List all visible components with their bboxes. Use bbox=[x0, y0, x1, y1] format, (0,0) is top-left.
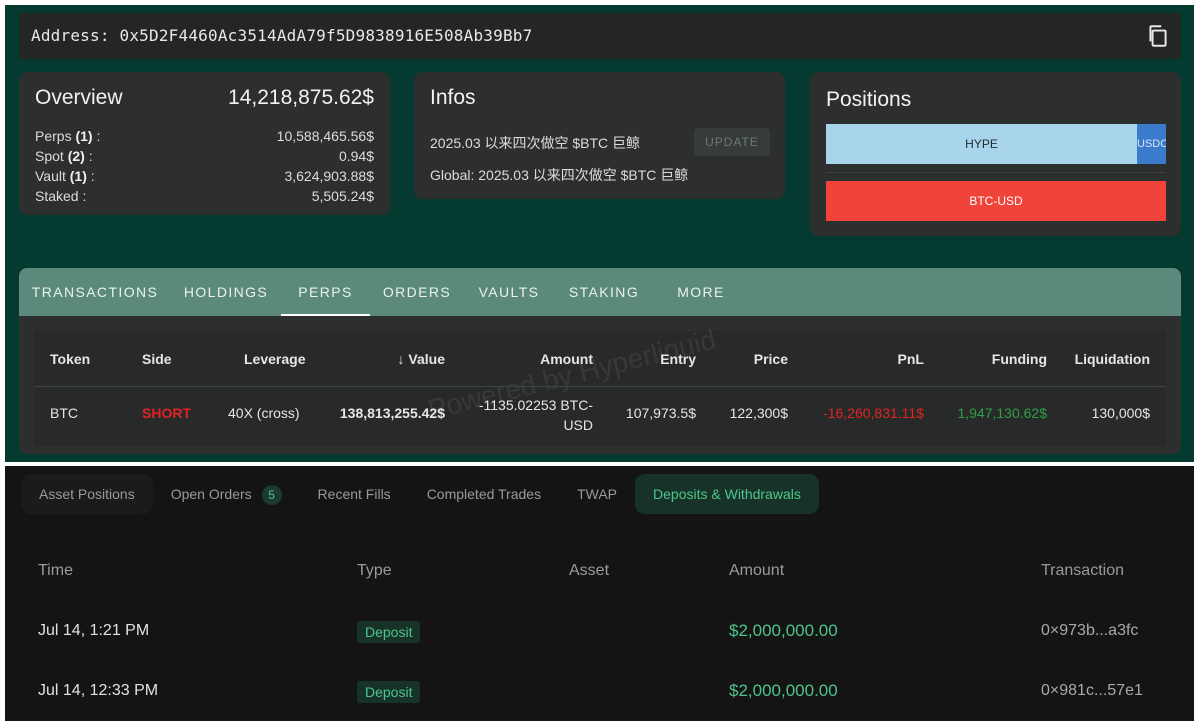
col-price[interactable]: Price bbox=[754, 351, 788, 367]
overview-row-count: (2) bbox=[67, 148, 85, 164]
header-divider bbox=[34, 386, 1166, 387]
positions-title: Positions bbox=[826, 88, 912, 111]
row-time: Jul 14, 1:21 PM bbox=[38, 622, 150, 639]
col-amount[interactable]: Amount bbox=[729, 562, 784, 580]
overview-row-label: Spot bbox=[35, 148, 64, 164]
overview-row-count: (1) bbox=[75, 128, 93, 144]
wallet-address[interactable]: Address: 0x5D2F4460Ac3514AdA79f5D9838916… bbox=[31, 26, 532, 45]
overview-row-staked: Staked : 5,505.24$ bbox=[35, 188, 374, 208]
tab-vaults[interactable]: VAULTS bbox=[464, 268, 554, 316]
infos-card: Infos 2025.03 以来四次做空 $BTC 巨鲸 UPDATE Glob… bbox=[414, 72, 785, 199]
overview-row-value: 3,624,903.88$ bbox=[284, 168, 374, 184]
overview-row-label: Vault bbox=[35, 168, 66, 184]
overview-row-spot: Spot (2) : 0.94$ bbox=[35, 148, 374, 168]
cell-funding: 1,947,130.62$ bbox=[957, 405, 1047, 421]
tab-holdings[interactable]: HOLDINGS bbox=[171, 268, 281, 316]
overview-row-value: 10,588,465.56$ bbox=[276, 128, 374, 144]
col-funding[interactable]: Funding bbox=[992, 351, 1047, 367]
col-value[interactable]: ↓ Value bbox=[398, 351, 445, 367]
tab-completed-trades[interactable]: Completed Trades bbox=[409, 474, 559, 514]
overview-row-suffix: : bbox=[86, 168, 95, 184]
info-global-label: Global: 2025.03 以来四次做空 $BTC 巨鲸 bbox=[430, 167, 689, 183]
col-token[interactable]: Token bbox=[50, 351, 90, 367]
tab-asset-positions[interactable]: Asset Positions bbox=[21, 474, 153, 514]
row-transaction-link[interactable]: 0×981c...57e1 bbox=[1041, 682, 1143, 700]
col-leverage[interactable]: Leverage bbox=[244, 351, 305, 367]
positions-divider bbox=[826, 172, 1166, 173]
perps-table: Powered by Hyperliquid Token Side Levera… bbox=[34, 324, 1166, 446]
update-button[interactable]: UPDATE bbox=[694, 128, 770, 156]
cell-leverage: 40X (cross) bbox=[228, 405, 300, 421]
overview-row-suffix: : bbox=[78, 188, 87, 204]
cell-liquidation: 130,000$ bbox=[1091, 405, 1150, 421]
col-value-label: Value bbox=[408, 351, 445, 367]
tab-deposits-withdrawals[interactable]: Deposits & Withdrawals bbox=[635, 474, 819, 514]
overview-row-suffix: : bbox=[84, 148, 93, 164]
tab-open-orders-label: Open Orders bbox=[170, 486, 252, 502]
cell-value: 138,813,255.42$ bbox=[339, 405, 445, 421]
col-pnl[interactable]: PnL bbox=[898, 351, 924, 367]
overview-row-label: Staked bbox=[35, 188, 79, 204]
tabs-bar: TRANSACTIONS HOLDINGS PERPS ORDERS VAULT… bbox=[19, 268, 1181, 316]
overview-row-value: 5,505.24$ bbox=[311, 188, 374, 204]
cell-pnl: -16,260,831.11$ bbox=[823, 405, 924, 421]
position-usdc-segment[interactable]: USDC bbox=[1137, 124, 1166, 164]
col-side[interactable]: Side bbox=[142, 351, 172, 367]
col-entry[interactable]: Entry bbox=[660, 351, 696, 367]
position-hype-segment[interactable]: HYPE bbox=[826, 124, 1137, 164]
type-badge: Deposit bbox=[357, 621, 421, 643]
cell-amount-line1: -1135.02253 BTC- bbox=[478, 397, 593, 413]
tab-twap[interactable]: TWAP bbox=[559, 474, 635, 514]
cell-amount-line2: USD bbox=[563, 417, 593, 433]
overview-row-label: Perps bbox=[35, 128, 72, 144]
cell-price: 122,300$ bbox=[729, 405, 788, 421]
tab-perps[interactable]: PERPS bbox=[281, 268, 370, 316]
cell-entry: 107,973.5$ bbox=[625, 405, 696, 421]
col-type[interactable]: Type bbox=[357, 562, 392, 580]
row-time: Jul 14, 12:33 PM bbox=[38, 682, 159, 699]
overview-row-suffix: : bbox=[92, 128, 101, 144]
address-bar: Address: 0x5D2F4460Ac3514AdA79f5D9838916… bbox=[19, 13, 1181, 59]
wallet-overview-section: Address: 0x5D2F4460Ac3514AdA79f5D9838916… bbox=[5, 5, 1194, 462]
overview-row-vault: Vault (1) : 3,624,903.88$ bbox=[35, 168, 374, 188]
perps-panel: TRANSACTIONS HOLDINGS PERPS ORDERS VAULT… bbox=[19, 268, 1181, 454]
bottom-tabs-bar: Asset Positions Open Orders 5 Recent Fil… bbox=[21, 474, 819, 516]
cell-token: BTC bbox=[50, 405, 78, 421]
infos-title: Infos bbox=[430, 86, 476, 109]
overview-card: Overview 14,218,875.62$ Perps (1) : 10,5… bbox=[19, 72, 390, 215]
open-orders-count-badge: 5 bbox=[261, 485, 282, 505]
overview-row-count: (1) bbox=[69, 168, 87, 184]
deposits-section: Asset Positions Open Orders 5 Recent Fil… bbox=[5, 466, 1194, 721]
tab-open-orders[interactable]: Open Orders 5 bbox=[153, 474, 300, 514]
tab-recent-fills[interactable]: Recent Fills bbox=[300, 474, 409, 514]
overview-row-value: 0.94$ bbox=[338, 148, 374, 164]
position-btc-usd-bar[interactable]: BTC-USD bbox=[826, 181, 1166, 221]
sort-arrow-down-icon: ↓ bbox=[397, 351, 405, 367]
col-transaction[interactable]: Transaction bbox=[1041, 562, 1124, 580]
col-time[interactable]: Time bbox=[38, 562, 73, 580]
col-asset[interactable]: Asset bbox=[569, 562, 609, 580]
tab-orders[interactable]: ORDERS bbox=[370, 268, 464, 316]
cell-amount: -1135.02253 BTC- USD bbox=[479, 395, 593, 435]
overview-total: 14,218,875.62$ bbox=[228, 86, 374, 109]
positions-card: Positions HYPE USDC BTC-USD bbox=[810, 72, 1181, 236]
row-amount: $2,000,000.00 bbox=[729, 621, 838, 640]
info-label: 2025.03 以来四次做空 $BTC 巨鲸 bbox=[430, 135, 641, 151]
copy-icon[interactable] bbox=[1145, 23, 1171, 49]
col-amount[interactable]: Amount bbox=[540, 351, 593, 367]
type-badge: Deposit bbox=[357, 681, 421, 703]
tab-staking[interactable]: STAKING bbox=[554, 268, 654, 316]
col-liquidation[interactable]: Liquidation bbox=[1075, 351, 1150, 367]
overview-title: Overview bbox=[35, 86, 123, 109]
tab-transactions[interactable]: TRANSACTIONS bbox=[19, 268, 171, 316]
row-amount: $2,000,000.00 bbox=[729, 681, 838, 700]
positions-allocation-bar: HYPE USDC bbox=[826, 124, 1166, 164]
overview-row-perps: Perps (1) : 10,588,465.56$ bbox=[35, 128, 374, 148]
row-transaction-link[interactable]: 0×973b...a3fc bbox=[1041, 622, 1138, 640]
cell-side: SHORT bbox=[142, 405, 191, 421]
tab-more[interactable]: MORE bbox=[654, 268, 748, 316]
